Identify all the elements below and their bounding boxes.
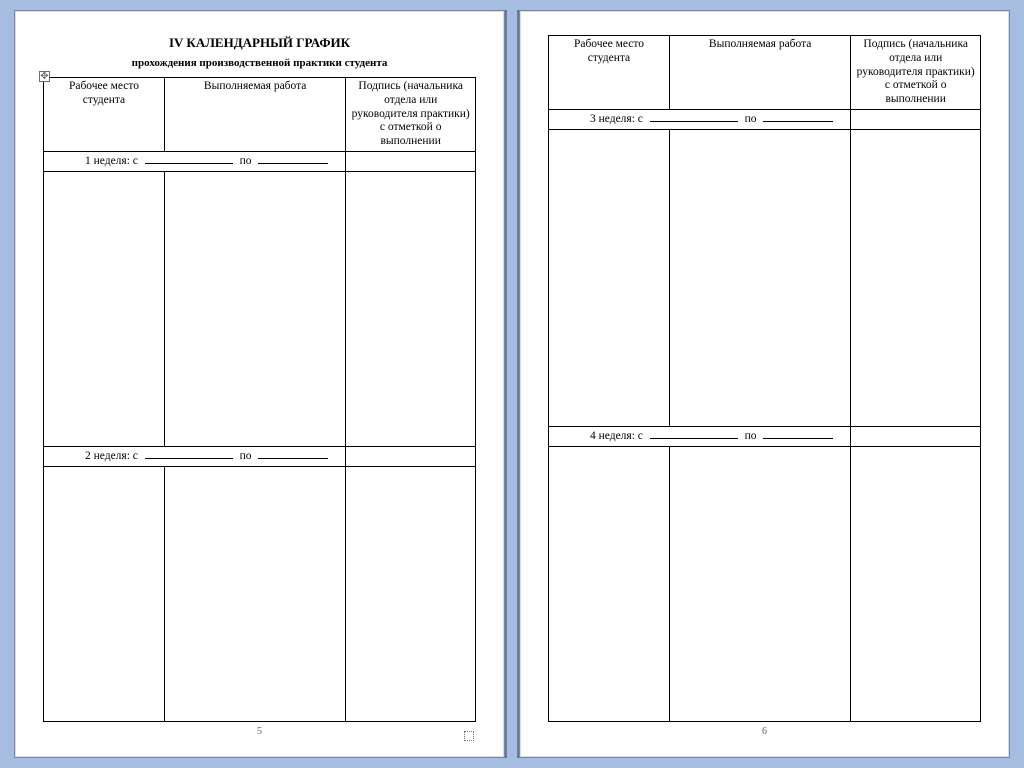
doc-subtitle: прохождения производственной практики ст… bbox=[43, 57, 476, 69]
week4-col-c bbox=[851, 447, 981, 722]
week2-sig-cell bbox=[346, 447, 476, 467]
header-row: Рабочее место студента Выполняемая работ… bbox=[44, 78, 476, 152]
col-work: Выполняемая работа bbox=[164, 78, 345, 152]
week2-to: по bbox=[240, 450, 252, 462]
week3-row: 3 неделя: с по bbox=[549, 109, 981, 129]
week3-to-blank bbox=[763, 112, 833, 122]
week3-from-blank bbox=[650, 112, 738, 122]
week2-label: 2 неделя: с bbox=[57, 450, 138, 464]
week3-col-b bbox=[669, 129, 850, 426]
week2-range: 2 неделя: с по bbox=[44, 447, 346, 467]
week3-to: по bbox=[745, 113, 757, 125]
calendar-table-right: Рабочее место студента Выполняемая работ… bbox=[548, 35, 981, 722]
page-gutter bbox=[506, 10, 518, 758]
page-right-inner: Рабочее место студента Выполняемая работ… bbox=[520, 11, 1009, 757]
col-workplace: Рабочее место студента bbox=[44, 78, 165, 152]
week2-body bbox=[44, 467, 476, 722]
col-signature-r: Подпись (начальника отдела или руководит… bbox=[851, 36, 981, 110]
week2-col-c bbox=[346, 467, 476, 722]
week3-sig-cell bbox=[851, 109, 981, 129]
week3-range: 3 неделя: с по bbox=[549, 109, 851, 129]
page-left: IV КАЛЕНДАРНЫЙ ГРАФИК прохождения произв… bbox=[14, 10, 505, 758]
week2-col-a bbox=[44, 467, 165, 722]
week1-label: 1 неделя: с bbox=[57, 155, 138, 169]
week3-body bbox=[549, 129, 981, 426]
calendar-table-left: Рабочее место студента Выполняемая работ… bbox=[43, 77, 476, 722]
week1-from-blank bbox=[145, 154, 233, 164]
week4-row: 4 неделя: с по bbox=[549, 427, 981, 447]
page-break-icon bbox=[464, 731, 474, 741]
week1-col-c bbox=[346, 171, 476, 446]
col-workplace-r: Рабочее место студента bbox=[549, 36, 670, 110]
week2-from-blank bbox=[145, 449, 233, 459]
week1-to: по bbox=[240, 155, 252, 167]
page-number-left: 5 bbox=[43, 722, 476, 739]
week4-to-blank bbox=[763, 429, 833, 439]
week3-label: 3 неделя: с bbox=[562, 113, 643, 127]
col-signature: Подпись (начальника отдела или руководит… bbox=[346, 78, 476, 152]
week4-from-blank bbox=[650, 429, 738, 439]
week4-col-b bbox=[669, 447, 850, 722]
week1-to-blank bbox=[258, 154, 328, 164]
week4-sig-cell bbox=[851, 427, 981, 447]
doc-title: IV КАЛЕНДАРНЫЙ ГРАФИК bbox=[43, 35, 476, 51]
week4-col-a bbox=[549, 447, 670, 722]
week1-range: 1 неделя: с по bbox=[44, 151, 346, 171]
table-anchor-icon[interactable]: ✥ bbox=[39, 71, 50, 82]
week3-col-c bbox=[851, 129, 981, 426]
week2-col-b bbox=[164, 467, 345, 722]
week1-col-b bbox=[164, 171, 345, 446]
page-number-right: 6 bbox=[548, 722, 981, 739]
header-row-r: Рабочее место студента Выполняемая работ… bbox=[549, 36, 981, 110]
week4-range: 4 неделя: с по bbox=[549, 427, 851, 447]
week4-body bbox=[549, 447, 981, 722]
week4-label: 4 неделя: с bbox=[562, 430, 643, 444]
week4-to: по bbox=[745, 430, 757, 442]
week2-to-blank bbox=[258, 449, 328, 459]
page-left-inner: IV КАЛЕНДАРНЫЙ ГРАФИК прохождения произв… bbox=[15, 11, 504, 757]
week3-col-a bbox=[549, 129, 670, 426]
document-spread: IV КАЛЕНДАРНЫЙ ГРАФИК прохождения произв… bbox=[14, 10, 1010, 758]
col-work-r: Выполняемая работа bbox=[669, 36, 850, 110]
page-right: Рабочее место студента Выполняемая работ… bbox=[519, 10, 1010, 758]
week1-body bbox=[44, 171, 476, 446]
week1-sig-cell bbox=[346, 151, 476, 171]
week1-col-a bbox=[44, 171, 165, 446]
week1-row: 1 неделя: с по bbox=[44, 151, 476, 171]
week2-row: 2 неделя: с по bbox=[44, 447, 476, 467]
